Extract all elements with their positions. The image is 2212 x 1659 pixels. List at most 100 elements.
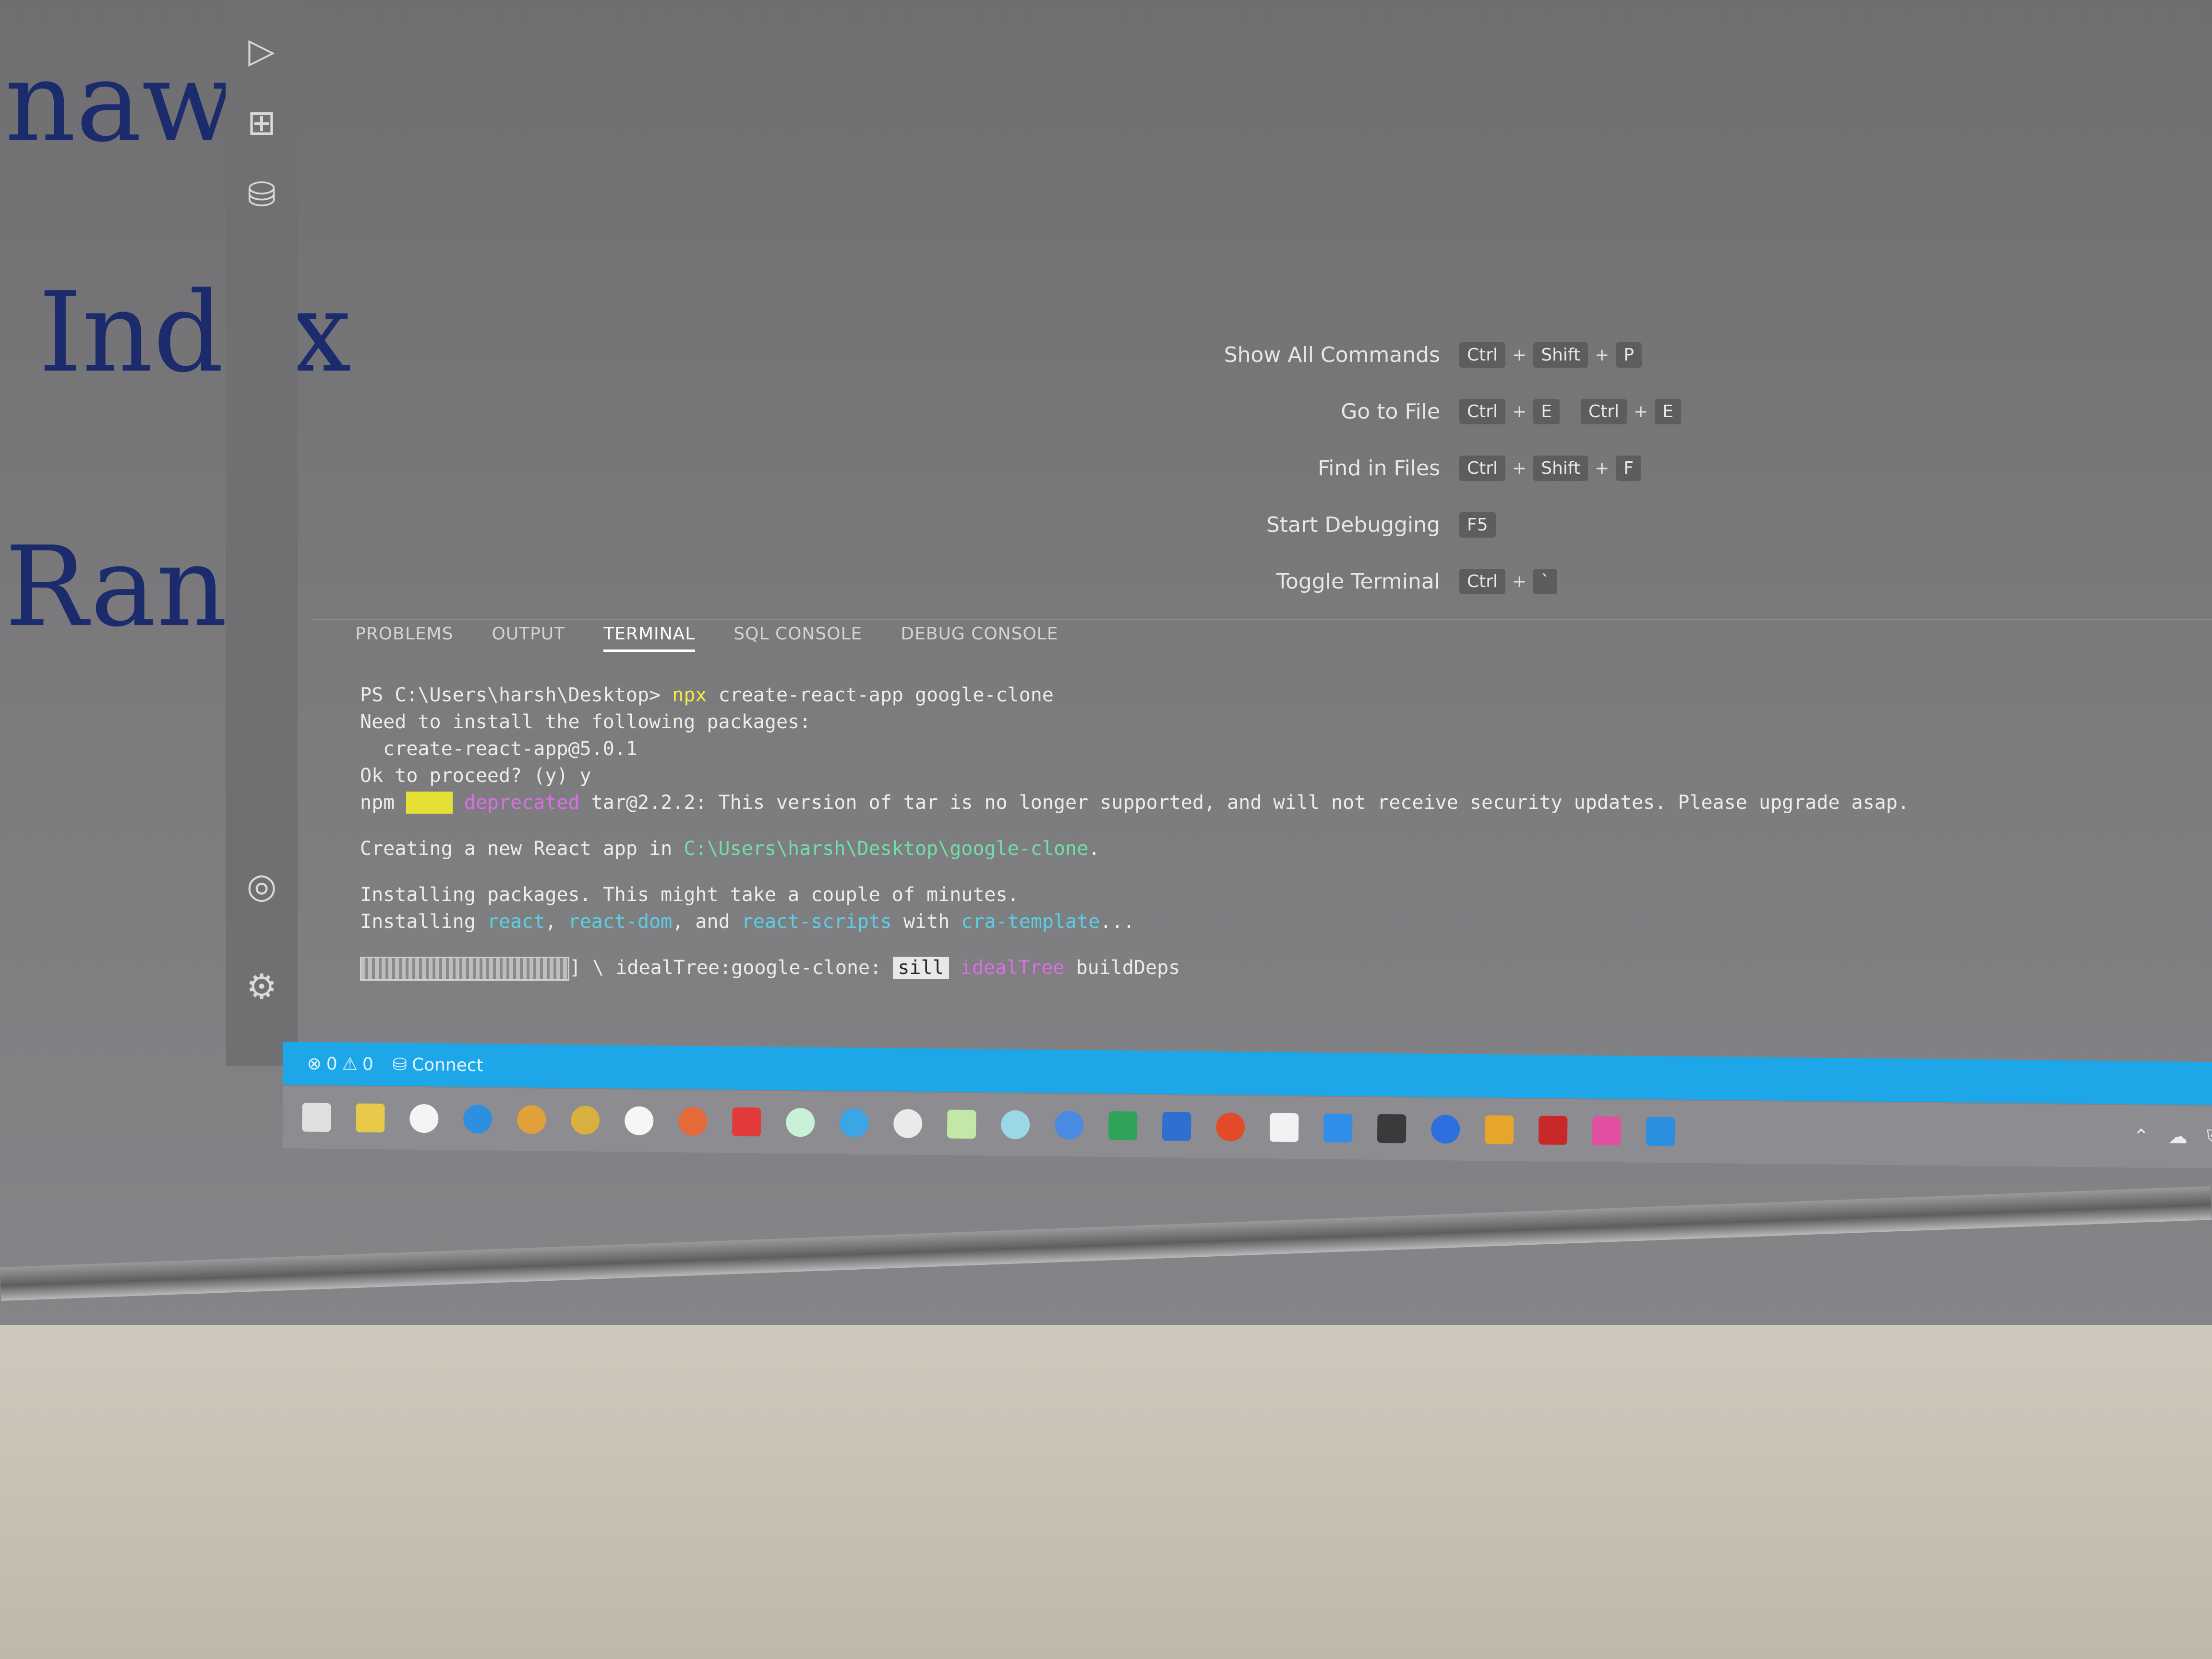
npm-label: npm — [360, 792, 395, 814]
cloud-icon[interactable]: ☁ — [2168, 1126, 2188, 1148]
tab-terminal[interactable]: TERMINAL — [603, 624, 696, 652]
terminal-line: Need to install the following packages: — [360, 711, 811, 733]
key: ` — [1533, 568, 1558, 594]
with-text: with — [903, 911, 950, 933]
account-icon[interactable]: ◎ — [240, 864, 283, 907]
shield-icon[interactable]: ⛨ — [2207, 1126, 2212, 1148]
marker-word-index: Index — [38, 269, 352, 397]
terminal-line: create-react-app@5.0.1 — [360, 738, 637, 760]
excel-icon[interactable] — [1108, 1111, 1138, 1141]
panel-divider — [312, 619, 2212, 620]
ellipsis: ... — [1100, 911, 1135, 933]
key: P — [1616, 342, 1642, 368]
key: E — [1655, 398, 1681, 424]
app-icon[interactable] — [1431, 1115, 1460, 1144]
notes-icon[interactable] — [947, 1109, 976, 1139]
whiteboard: nawl Index Rank ▷ ⊞ ⛁ ◎ ⚙ Show All Comma… — [0, 0, 2212, 1392]
app-icon[interactable] — [1538, 1116, 1568, 1145]
terminal-line: Installing react, react-dom, and react-s… — [360, 911, 1135, 933]
search-icon[interactable] — [409, 1104, 439, 1133]
error-icon: ⊗ — [307, 1054, 322, 1074]
gear-icon[interactable]: ⚙ — [240, 965, 283, 1008]
error-count: 0 — [326, 1054, 337, 1074]
chrome-active-icon[interactable] — [678, 1106, 708, 1136]
terminal-line: Creating a new React app in C:\Users\har… — [360, 835, 2184, 862]
warning-icon: ⚠ — [342, 1054, 358, 1074]
project-path: C:\Users\harsh\Desktop\google-clone — [684, 838, 1089, 860]
chevron-up-icon[interactable]: ⌃ — [2133, 1125, 2149, 1147]
sill-badge: sill — [893, 957, 949, 979]
app-icon[interactable] — [1646, 1117, 1675, 1146]
progress-bar — [360, 957, 569, 981]
key: Ctrl — [1459, 455, 1506, 481]
terminal-prompt: PS C:\Users\harsh\Desktop> — [360, 684, 661, 706]
file-explorer-icon[interactable] — [355, 1103, 385, 1133]
terminal-line: Ok to proceed? (y) y — [360, 765, 591, 787]
powerpoint-icon[interactable] — [1215, 1112, 1245, 1142]
app-icon[interactable] — [1054, 1110, 1084, 1140]
app-icon[interactable] — [893, 1109, 923, 1138]
terminal-output[interactable]: PS C:\Users\harsh\Desktop> npx create-re… — [360, 682, 2184, 981]
app-icon[interactable] — [1000, 1110, 1030, 1140]
telegram-icon[interactable] — [839, 1108, 869, 1138]
shortcut-show-all-commands: Show All Commands Ctrl + Shift + P — [1200, 326, 1688, 383]
shortcut-label: Show All Commands — [1224, 342, 1440, 367]
tab-problems[interactable]: PROBLEMS — [355, 624, 453, 652]
vlc-icon[interactable] — [1484, 1115, 1514, 1144]
document-icon[interactable] — [1269, 1113, 1299, 1142]
terminal-progress-line: ] \ idealTree:google-clone: sill idealTr… — [360, 954, 2184, 981]
warning-count: 0 — [362, 1054, 373, 1074]
ideal-tree-label: idealTree — [960, 957, 1065, 979]
terminal-line: PS C:\Users\harsh\Desktop> npx create-re… — [360, 682, 2184, 709]
warn-badge: WARN — [406, 792, 453, 814]
pkg-react-scripts: react-scripts — [741, 911, 892, 933]
edge-icon[interactable] — [463, 1104, 493, 1134]
shortcut-label: Go to File — [1341, 399, 1440, 424]
chrome-profile-icon[interactable] — [570, 1106, 600, 1135]
extensions-icon[interactable]: ⊞ — [240, 101, 283, 144]
whatsapp-icon[interactable] — [785, 1107, 815, 1137]
shortcut-find-in-files: Find in Files Ctrl + Shift + F — [1200, 440, 1688, 496]
key: Ctrl — [1459, 568, 1506, 594]
key: Ctrl — [1580, 398, 1627, 424]
creating-prefix: Creating a new React app in — [360, 838, 673, 860]
shortcut-toggle-terminal: Toggle Terminal Ctrl + ` — [1200, 553, 1688, 610]
pkg-react: react — [487, 911, 545, 933]
and-text: , and — [672, 911, 730, 933]
key: E — [1533, 398, 1560, 424]
problems-status[interactable]: ⊗ 0 ⚠ 0 — [307, 1054, 373, 1074]
vscode-icon[interactable] — [1323, 1113, 1353, 1143]
app-icon[interactable] — [624, 1106, 654, 1136]
system-tray: ⌃ ☁ ⛨ — [2133, 1125, 2212, 1148]
shortcut-label: Toggle Terminal — [1276, 569, 1440, 594]
shortcut-label: Start Debugging — [1266, 512, 1440, 537]
key: Ctrl — [1459, 398, 1506, 424]
shortcut-start-debugging: Start Debugging F5 — [1200, 496, 1688, 553]
connect-status[interactable]: ⛁ Connect — [393, 1055, 483, 1075]
run-debug-icon[interactable]: ▷ — [240, 29, 283, 72]
key: Ctrl — [1459, 342, 1506, 368]
database-icon: ⛁ — [392, 1054, 408, 1075]
terminal-warn-line: npm WARN deprecated tar@2.2.2: This vers… — [360, 789, 2184, 816]
word-icon[interactable] — [1162, 1112, 1191, 1141]
command-args: create-react-app google-clone — [718, 684, 1054, 706]
database-icon[interactable]: ⛁ — [240, 173, 283, 216]
wall — [0, 1325, 2212, 1659]
tab-output[interactable]: OUTPUT — [492, 624, 565, 652]
youtube-icon[interactable] — [732, 1107, 761, 1137]
key: F5 — [1459, 512, 1496, 538]
windows-start-icon[interactable] — [302, 1103, 331, 1132]
terminal-icon[interactable] — [1377, 1114, 1407, 1143]
tab-debug-console[interactable]: DEBUG CONSOLE — [901, 624, 1058, 652]
chrome-icon[interactable] — [517, 1105, 546, 1134]
activity-bar: ▷ ⊞ ⛁ ◎ ⚙ — [226, 0, 298, 1066]
instagram-icon[interactable] — [1592, 1116, 1622, 1146]
tab-sql-console[interactable]: SQL CONSOLE — [733, 624, 862, 652]
creating-suffix: . — [1088, 838, 1100, 860]
terminal-line: Installing packages. This might take a c… — [360, 884, 1019, 906]
connect-label: Connect — [411, 1055, 484, 1075]
key: F — [1616, 455, 1641, 481]
progress-status: ] \ idealTree:google-clone: — [569, 957, 882, 979]
installing-prefix: Installing — [360, 911, 476, 933]
warn-message: tar@2.2.2: This version of tar is no lon… — [591, 792, 1910, 814]
